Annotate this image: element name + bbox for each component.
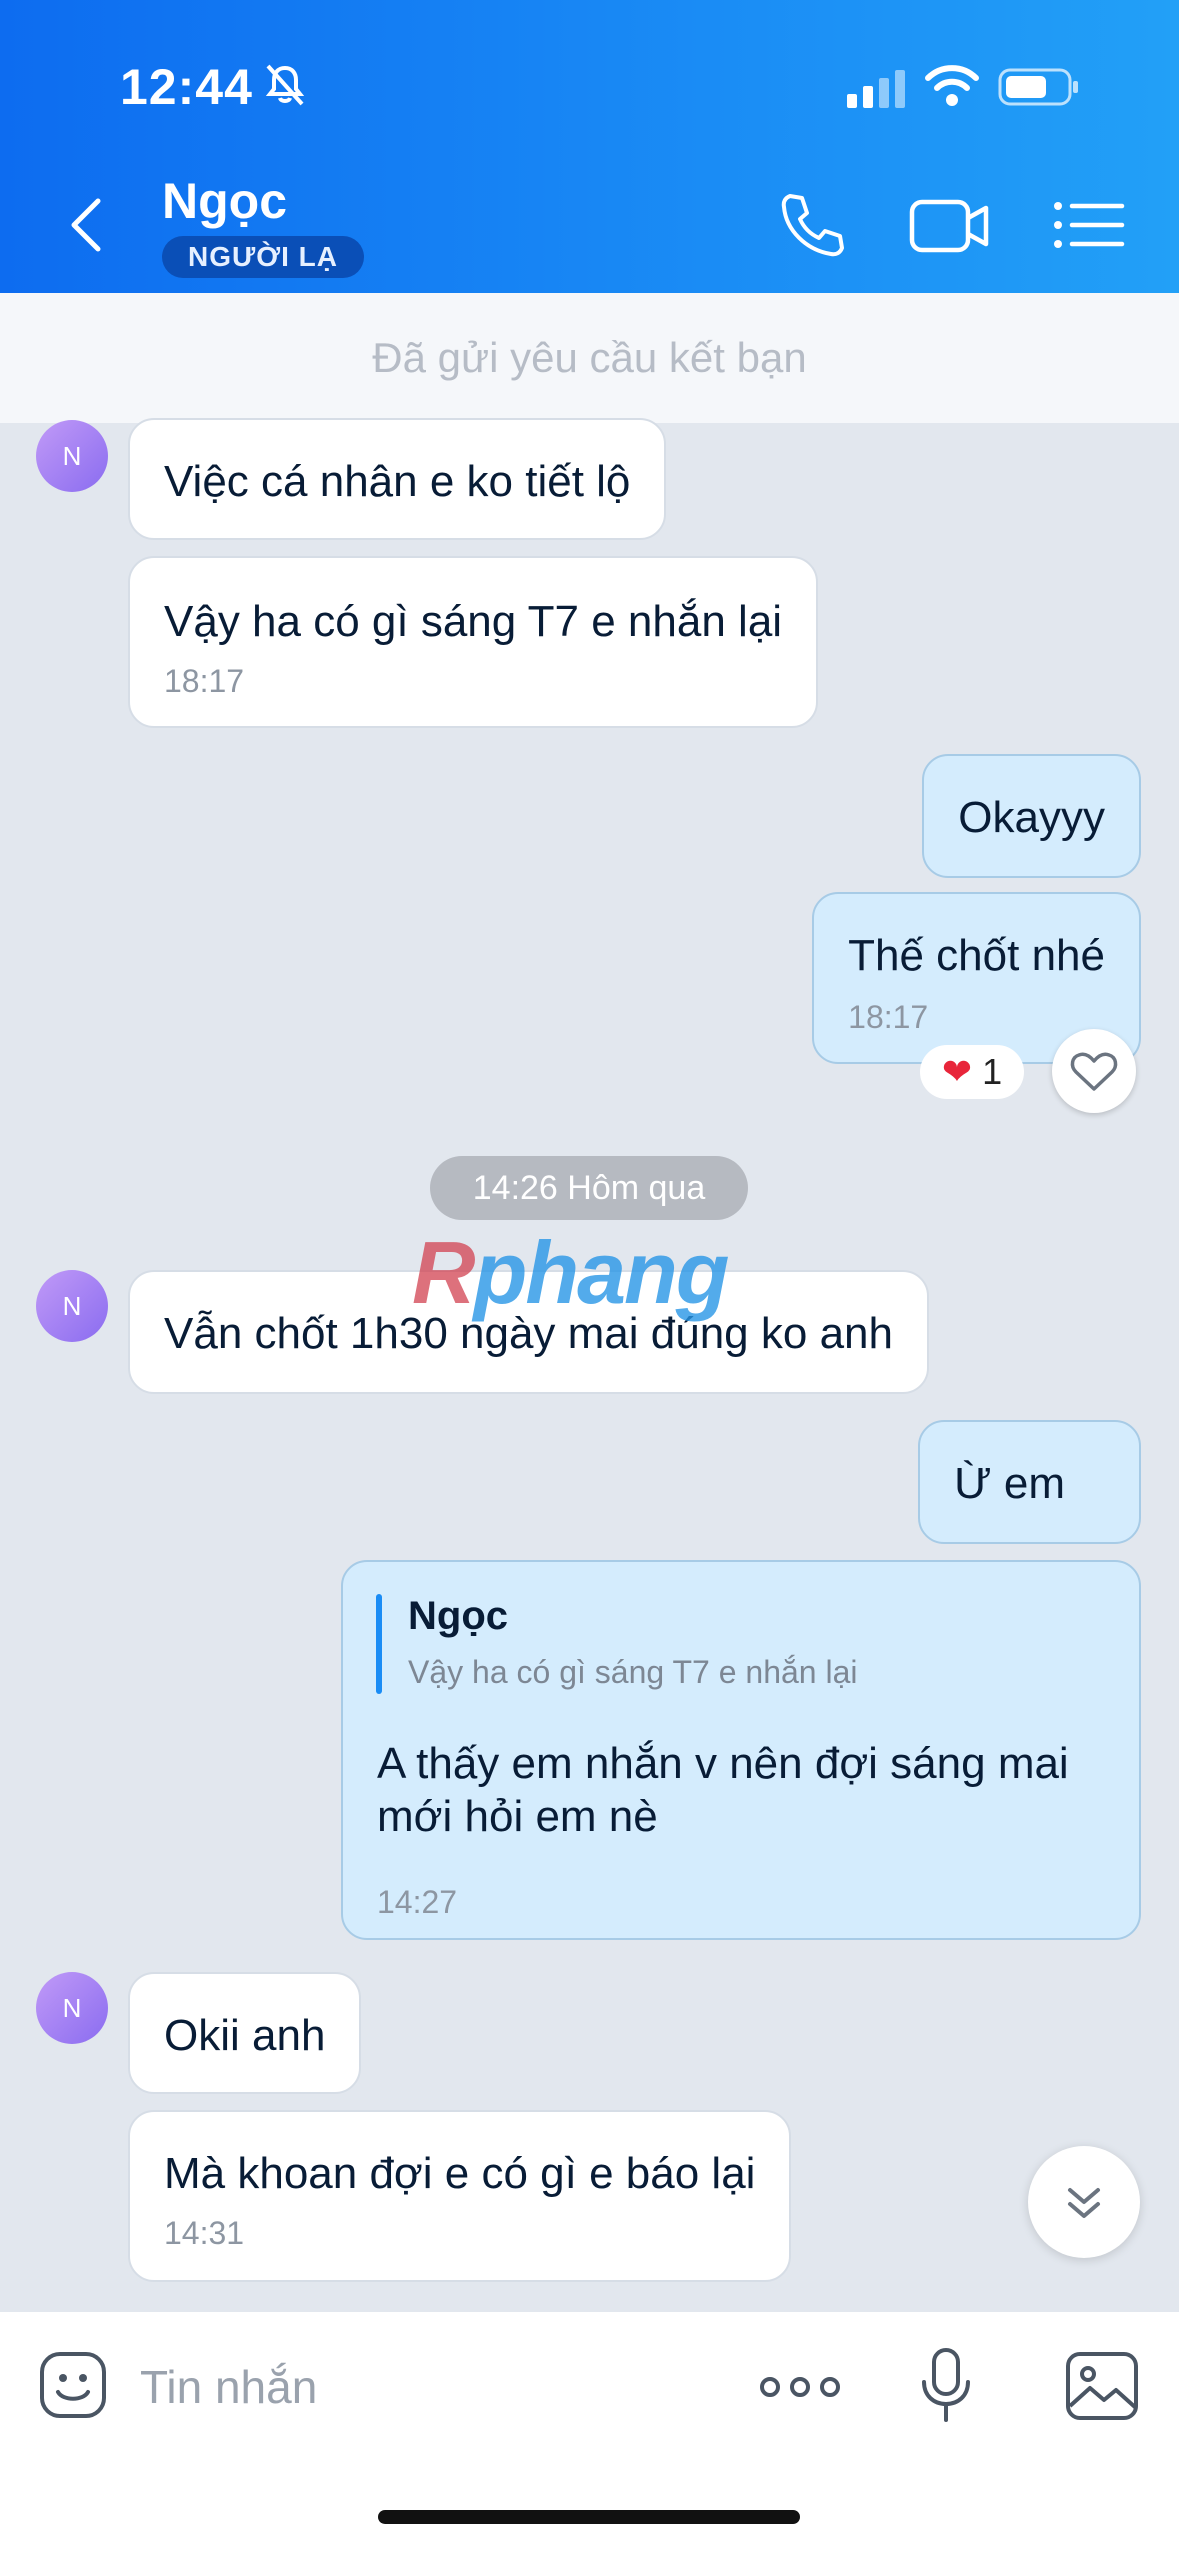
message-bubble-incoming[interactable]: Việc cá nhân e ko tiết lộ	[128, 418, 667, 540]
back-icon[interactable]	[62, 195, 112, 255]
message-input[interactable]	[140, 2352, 700, 2422]
message-time: 18:17	[848, 998, 929, 1035]
reaction-summary[interactable]: ❤ 1	[920, 1045, 1024, 1099]
microphone-icon[interactable]	[916, 2346, 976, 2426]
message-text: Thế chốt nhé	[848, 931, 1105, 980]
avatar[interactable]: N	[36, 1270, 108, 1342]
message-bubble-outgoing[interactable]: Ừ em	[918, 1420, 1141, 1544]
message-text: Okayyy	[958, 793, 1105, 842]
message-bubble-outgoing[interactable]: Okayyy	[922, 754, 1141, 878]
reaction-count: 1	[982, 1051, 1003, 1092]
phone-icon[interactable]	[776, 190, 846, 260]
avatar[interactable]: N	[36, 1972, 108, 2044]
sticker-emoji-icon[interactable]	[38, 2350, 108, 2420]
contact-name[interactable]: Ngọc	[162, 172, 287, 230]
chat-header: 12:44 Ngọc NGƯỜI LẠ	[0, 0, 1179, 293]
wifi-icon	[925, 65, 979, 106]
video-call-icon[interactable]	[908, 190, 992, 260]
friend-request-status: Đã gửi yêu cầu kết bạn	[0, 293, 1179, 423]
message-bubble-incoming[interactable]: Okii anh	[128, 1972, 362, 2094]
menu-list-icon[interactable]	[1052, 190, 1126, 260]
quote-bar	[376, 1594, 382, 1694]
message-bubble-incoming[interactable]: Mà khoan đợi e có gì e báo lại 14:31	[128, 2110, 792, 2282]
watermark-part-2: phang	[473, 1223, 730, 1322]
watermark-part-1: R	[412, 1223, 476, 1322]
watermark-logo: Rphang	[412, 1222, 730, 1324]
message-time: 14:27	[377, 1883, 458, 1920]
message-text: Ừ em	[954, 1459, 1065, 1508]
heart-react-icon[interactable]	[1052, 1029, 1136, 1113]
date-divider: 14:26 Hôm qua	[430, 1156, 748, 1220]
more-options-icon[interactable]	[758, 2367, 842, 2407]
message-text: Việc cá nhân e ko tiết lộ	[164, 457, 631, 506]
message-text: Vậy ha có gì sáng T7 e nhắn lại	[164, 597, 783, 646]
message-time: 18:17	[164, 662, 245, 699]
stranger-badge: NGƯỜI LẠ	[162, 236, 364, 278]
message-time: 14:31	[164, 2214, 245, 2251]
signal-icon	[847, 70, 905, 108]
message-text: Mà khoan đợi e có gì e báo lại	[164, 2149, 756, 2198]
status-time: 12:44	[120, 59, 253, 115]
quoted-text: Vậy ha có gì sáng T7 e nhắn lại	[408, 1654, 858, 1690]
image-gallery-icon[interactable]	[1064, 2348, 1140, 2424]
quoted-author: Ngọc	[408, 1594, 508, 1638]
heart-icon: ❤	[941, 1051, 973, 1092]
scroll-to-bottom-icon[interactable]	[1028, 2146, 1140, 2258]
home-indicator	[378, 2510, 800, 2524]
message-text: Okii anh	[164, 2011, 326, 2060]
bell-off-icon	[265, 64, 305, 106]
battery-icon	[998, 68, 1078, 106]
avatar[interactable]: N	[36, 420, 108, 492]
message-bubble-incoming[interactable]: Vậy ha có gì sáng T7 e nhắn lại 18:17	[128, 556, 819, 728]
